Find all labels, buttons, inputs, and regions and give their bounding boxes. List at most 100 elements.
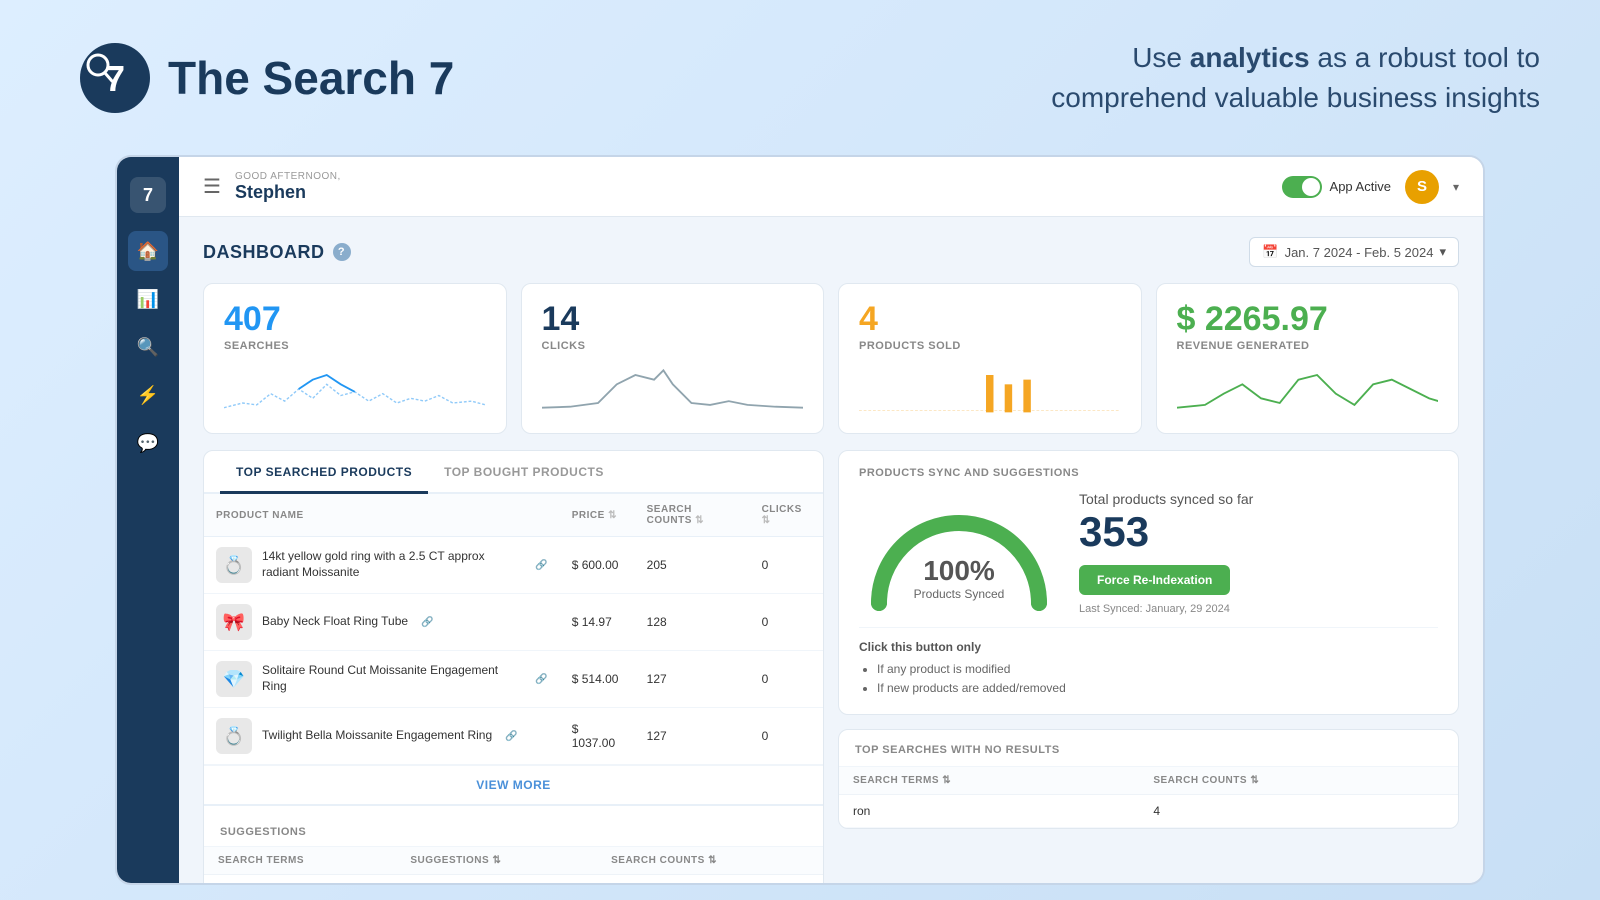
stat-value-products-sold: 4 — [859, 302, 1121, 336]
dashboard-info-icon[interactable]: ? — [333, 243, 351, 261]
gauge-percent: 100% — [914, 557, 1005, 585]
sort-icon[interactable]: ⇅ — [492, 855, 501, 866]
suggestion-value: ring — [396, 875, 597, 884]
logo-text: The Search 7 — [168, 51, 454, 105]
product-thumb: 💎 — [216, 661, 252, 697]
toggle-switch[interactable] — [1282, 176, 1322, 198]
panel-tabs: TOP SEARCHED PRODUCTS TOP BOUGHT PRODUCT… — [204, 451, 823, 494]
col-suggestions: SUGGESTIONS ⇅ — [396, 847, 597, 875]
sidebar-item-filter[interactable]: ⚡ — [128, 375, 168, 415]
no-results-panel: TOP SEARCHES WITH NO RESULTS SEARCH TERM… — [838, 729, 1459, 829]
product-price: $ 514.00 — [560, 651, 635, 708]
sort-icon-nr[interactable]: ⇅ — [942, 775, 951, 786]
stat-value-clicks: 14 — [542, 302, 804, 336]
sort-icon-clicks[interactable]: ⇅ — [762, 515, 771, 526]
hamburger-menu[interactable]: ☰ — [203, 174, 221, 199]
product-row-name: 🎀 Baby Neck Float Ring Tube 🔗 — [216, 604, 548, 640]
top-header: ☰ GOOD AFTERNOON, Stephen App Active S ▾ — [179, 157, 1483, 217]
click-info-list: If any product is modified If new produc… — [859, 660, 1438, 698]
greeting-name: Stephen — [235, 182, 341, 203]
sort-icon-price[interactable]: ⇅ — [608, 510, 617, 521]
header-right: App Active S ▾ — [1282, 170, 1459, 204]
sort-icon-nr-count[interactable]: ⇅ — [1250, 775, 1259, 786]
product-table: PRODUCT NAME PRICE ⇅ SEARCH COUNTS ⇅ CLI… — [204, 494, 823, 765]
tab-top-bought[interactable]: TOP BOUGHT PRODUCTS — [428, 451, 620, 494]
suggestion-row: ri ring 5 — [204, 875, 823, 884]
product-searches: 127 — [635, 708, 750, 765]
view-more-button[interactable]: VIEW MORE — [204, 765, 823, 804]
nr-term: ron — [839, 795, 1139, 828]
right-panel: PRODUCTS SYNC AND SUGGESTIONS — [838, 450, 1459, 883]
sidebar-item-analytics[interactable]: 📊 — [128, 279, 168, 319]
calendar-icon: 📅 — [1262, 244, 1278, 260]
total-synced-label: Total products synced so far — [1079, 491, 1438, 507]
product-thumb: 💍 — [216, 718, 252, 754]
click-info-item-1: If any product is modified — [877, 660, 1438, 679]
sync-inner: 100% Products Synced Total products sync… — [859, 491, 1438, 615]
table-row: 💍 Twilight Bella Moissanite Engagement R… — [204, 708, 823, 765]
suggestions-header-row: SEARCH TERMS SUGGESTIONS ⇅ SEARCH COUNTS… — [204, 847, 823, 875]
product-searches: 205 — [635, 537, 750, 594]
col-clicks: CLICKS ⇅ — [750, 494, 823, 537]
external-link-icon[interactable]: 🔗 — [535, 560, 547, 571]
col-price: PRICE ⇅ — [560, 494, 635, 537]
logo-icon: 7 — [80, 43, 150, 113]
external-link-icon[interactable]: 🔗 — [505, 731, 517, 742]
mini-chart-clicks — [542, 364, 804, 414]
dashboard-header: DASHBOARD ? 📅 Jan. 7 2024 - Feb. 5 2024 … — [203, 237, 1459, 267]
product-name: Solitaire Round Cut Moissanite Engagemen… — [262, 663, 522, 694]
sort-icon[interactable]: ⇅ — [708, 855, 717, 866]
date-range-picker[interactable]: 📅 Jan. 7 2024 - Feb. 5 2024 ▾ — [1249, 237, 1459, 267]
user-avatar[interactable]: S — [1405, 170, 1439, 204]
product-clicks: 0 — [750, 708, 823, 765]
date-range-chevron: ▾ — [1439, 244, 1446, 260]
table-header-row: PRODUCT NAME PRICE ⇅ SEARCH COUNTS ⇅ CLI… — [204, 494, 823, 537]
click-info-title: Click this button only — [859, 640, 1438, 654]
col-product-name: PRODUCT NAME — [204, 494, 560, 537]
no-results-table: SEARCH TERMS ⇅ SEARCH COUNTS ⇅ ron 4 — [839, 767, 1458, 828]
sidebar-item-messages[interactable]: 💬 — [128, 423, 168, 463]
greeting-small: GOOD AFTERNOON, — [235, 171, 341, 182]
no-results-title: TOP SEARCHES WITH NO RESULTS — [839, 730, 1458, 767]
table-row: 💎 Solitaire Round Cut Moissanite Engagem… — [204, 651, 823, 708]
date-range-label: Jan. 7 2024 - Feb. 5 2024 — [1285, 245, 1434, 260]
product-clicks: 0 — [750, 594, 823, 651]
sidebar-item-search[interactable]: 🔍 — [128, 327, 168, 367]
product-thumb: 💍 — [216, 547, 252, 583]
sort-icon-searches[interactable]: ⇅ — [695, 515, 704, 526]
app-active-toggle[interactable]: App Active — [1282, 176, 1391, 198]
table-row: 🎀 Baby Neck Float Ring Tube 🔗 $ 14.97 12… — [204, 594, 823, 651]
stat-value-revenue: $ 2265.97 — [1177, 302, 1439, 336]
stat-label-clicks: CLICKS — [542, 340, 804, 352]
no-results-header-row: SEARCH TERMS ⇅ SEARCH COUNTS ⇅ — [839, 767, 1458, 795]
total-synced-count: 353 — [1079, 511, 1438, 553]
main-content: ☰ GOOD AFTERNOON, Stephen App Active S ▾ — [179, 157, 1483, 883]
product-thumb: 🎀 — [216, 604, 252, 640]
product-clicks: 0 — [750, 651, 823, 708]
sidebar-logo-icon: 7 — [130, 177, 166, 213]
stat-card-clicks: 14 CLICKS — [521, 283, 825, 434]
chevron-down-icon[interactable]: ▾ — [1453, 180, 1459, 194]
product-clicks: 0 — [750, 537, 823, 594]
gauge-text: 100% Products Synced — [914, 557, 1005, 603]
product-searches: 128 — [635, 594, 750, 651]
click-info: Click this button only If any product is… — [859, 627, 1438, 698]
sync-info: Total products synced so far 353 Force R… — [1079, 491, 1438, 615]
dashboard-title: DASHBOARD ? — [203, 242, 351, 263]
external-link-icon[interactable]: 🔗 — [535, 674, 547, 685]
external-link-icon[interactable]: 🔗 — [421, 617, 433, 628]
col-search-terms: SEARCH TERMS — [204, 847, 396, 875]
stat-label-products-sold: PRODUCTS SOLD — [859, 340, 1121, 352]
sync-panel-title: PRODUCTS SYNC AND SUGGESTIONS — [859, 467, 1438, 479]
stat-label-revenue: REVENUE GENERATED — [1177, 340, 1439, 352]
greeting-block: GOOD AFTERNOON, Stephen — [235, 171, 341, 203]
mini-chart-products-sold — [859, 364, 1121, 414]
col-nr-search-terms: SEARCH TERMS ⇅ — [839, 767, 1139, 795]
suggestions-table: SEARCH TERMS SUGGESTIONS ⇅ SEARCH COUNTS… — [204, 847, 823, 883]
suggestions-section: SUGGESTIONS SEARCH TERMS SUGGESTIONS ⇅ S… — [204, 804, 823, 883]
stat-value-searches: 407 — [224, 302, 486, 336]
sidebar-item-home[interactable]: 🏠 — [128, 231, 168, 271]
tab-top-searched[interactable]: TOP SEARCHED PRODUCTS — [220, 451, 428, 494]
force-reindexation-button[interactable]: Force Re-Indexation — [1079, 565, 1230, 595]
product-price: $ 14.97 — [560, 594, 635, 651]
